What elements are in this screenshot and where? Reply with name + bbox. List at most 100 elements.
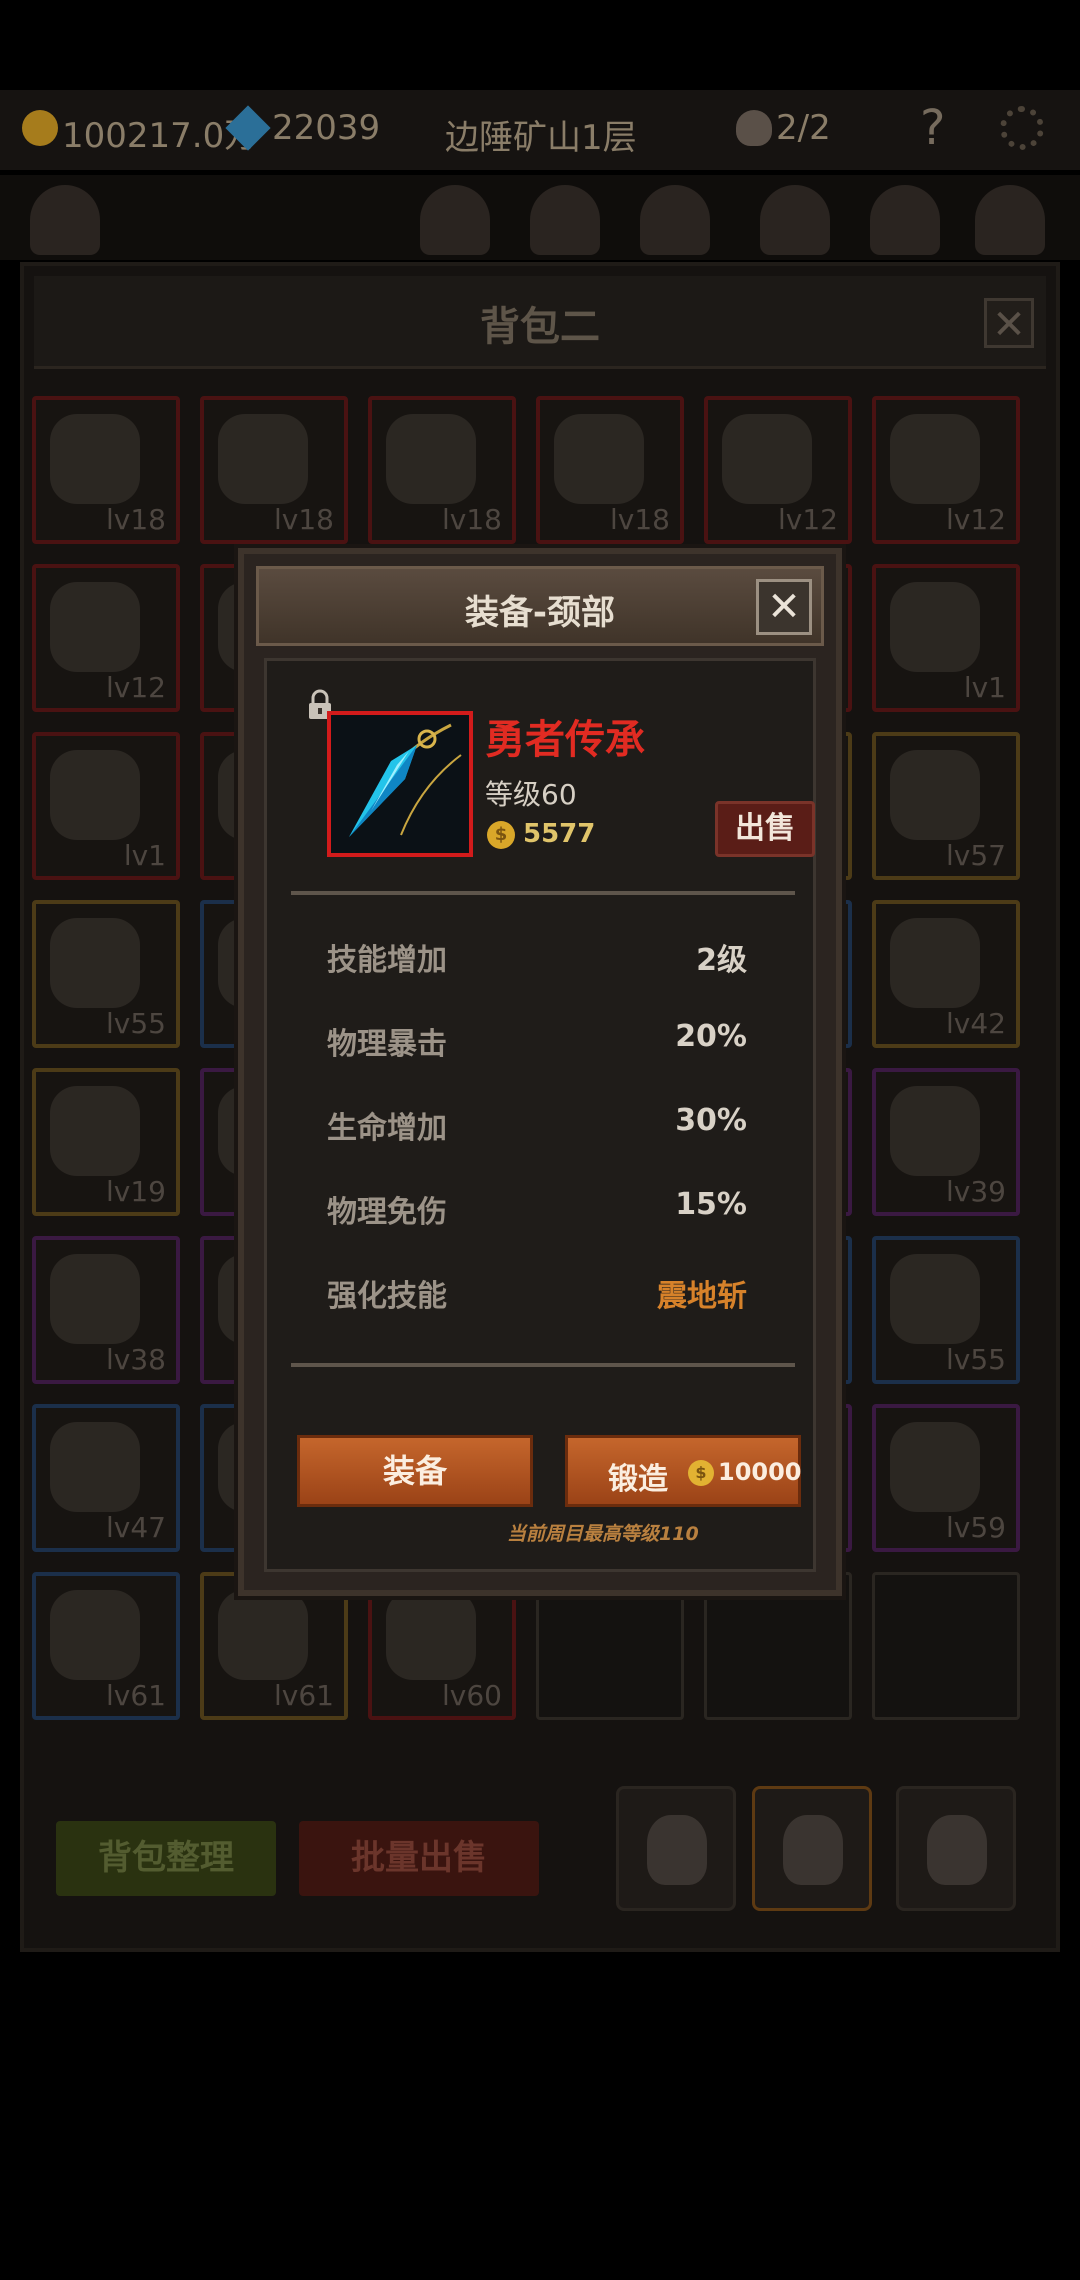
forge-cost: 10000 <box>718 1458 802 1486</box>
item-level-label: lv47 <box>106 1511 166 1544</box>
item-icon <box>218 1590 308 1680</box>
bag-item-slot[interactable]: lv42 <box>872 900 1020 1048</box>
gold-coin-icon <box>22 110 58 146</box>
bag-item-slot[interactable]: lv18 <box>32 396 180 544</box>
stat-row: 强化技能 震地斩 <box>327 1261 747 1321</box>
party-strip <box>0 175 1080 260</box>
item-level-label: lv61 <box>274 1679 334 1712</box>
item-icon <box>50 1086 140 1176</box>
stat-value: 2级 <box>696 943 747 978</box>
bag-item-slot[interactable]: lv1 <box>872 564 1020 712</box>
bag-item-slot[interactable]: lv55 <box>872 1236 1020 1384</box>
hero-portrait[interactable] <box>30 185 100 255</box>
item-level-label: lv60 <box>442 1679 502 1712</box>
item-level-label: lv59 <box>946 1511 1006 1544</box>
bag-page-tab-2[interactable] <box>752 1786 872 1911</box>
hero-portrait[interactable] <box>975 185 1045 255</box>
stat-label: 物理免伤 <box>327 1195 447 1230</box>
top-resource-bar: 100217.0万 22039 边陲矿山1层 2/2 ? <box>0 90 1080 170</box>
item-icon <box>50 1590 140 1680</box>
equipment-modal: 装备-颈部 ✕ 勇者传承 等级60 $ 5577 出售 技能增加 2级 物理暴击… <box>238 548 842 1596</box>
item-level-label: lv42 <box>946 1007 1006 1040</box>
item-icon <box>890 1086 980 1176</box>
bag-item-slot[interactable]: lv18 <box>536 396 684 544</box>
bag-item-slot[interactable]: lv55 <box>32 900 180 1048</box>
skull-icon <box>736 110 772 146</box>
hero-portrait[interactable] <box>640 185 710 255</box>
bag-page-tab-3[interactable] <box>896 1786 1016 1911</box>
item-icon <box>50 750 140 840</box>
item-icon <box>218 414 308 504</box>
stat-row: 物理免伤 15% <box>327 1177 747 1237</box>
gem-amount: 22039 <box>272 108 381 148</box>
item-level-label: lv1 <box>123 839 166 872</box>
modal-header: 装备-颈部 <box>256 566 824 646</box>
stat-label: 物理暴击 <box>327 1027 447 1062</box>
gold-amount: 100217.0万 <box>62 116 259 156</box>
item-level-label: lv61 <box>106 1679 166 1712</box>
stat-row: 技能增加 2级 <box>327 925 747 985</box>
stat-value: 15% <box>675 1187 747 1222</box>
hero-portrait[interactable] <box>530 185 600 255</box>
bag-item-slot[interactable]: lv12 <box>32 564 180 712</box>
bag-icon <box>927 1815 987 1885</box>
bag-item-slot[interactable]: lv19 <box>32 1068 180 1216</box>
modal-close-button[interactable]: ✕ <box>756 579 812 635</box>
forge-button[interactable]: 锻造 $ 10000 <box>565 1435 802 1507</box>
empty-bag-slot[interactable] <box>872 1572 1020 1720</box>
hero-portrait[interactable] <box>760 185 830 255</box>
bag-item-slot[interactable]: lv18 <box>200 396 348 544</box>
bag-item-slot[interactable]: lv38 <box>32 1236 180 1384</box>
item-icon <box>386 1590 476 1680</box>
item-level-label: lv12 <box>778 503 838 536</box>
bag-item-slot[interactable]: lv47 <box>32 1404 180 1552</box>
bag-item-slot[interactable]: lv39 <box>872 1068 1020 1216</box>
bag-title: 背包二 <box>480 304 600 350</box>
item-icon <box>554 414 644 504</box>
item-level-label: lv39 <box>946 1175 1006 1208</box>
help-button[interactable]: ? <box>920 100 945 156</box>
item-icon <box>386 414 476 504</box>
item-icon <box>50 918 140 1008</box>
bag-icon <box>647 1815 707 1885</box>
stat-row: 物理暴击 20% <box>327 1009 747 1069</box>
item-icon <box>50 1422 140 1512</box>
item-level: 等级60 <box>485 778 577 811</box>
stat-value: 30% <box>675 1103 747 1138</box>
item-icon <box>890 582 980 672</box>
item-icon <box>50 414 140 504</box>
item-icon <box>50 582 140 672</box>
item-level-label: lv18 <box>442 503 502 536</box>
settings-icon[interactable] <box>1000 106 1044 150</box>
sell-button[interactable]: 出售 <box>715 801 815 857</box>
hero-portrait[interactable] <box>870 185 940 255</box>
item-icon <box>50 1254 140 1344</box>
bag-item-slot[interactable]: lv61 <box>32 1572 180 1720</box>
bag-item-slot[interactable]: lv12 <box>872 396 1020 544</box>
bag-page-tab-1[interactable] <box>616 1786 736 1911</box>
bag-item-slot[interactable]: lv1 <box>32 732 180 880</box>
divider <box>291 891 795 895</box>
item-level-label: lv18 <box>610 503 670 536</box>
item-level-label: lv38 <box>106 1343 166 1376</box>
stat-label: 强化技能 <box>327 1279 447 1314</box>
item-icon <box>890 1254 980 1344</box>
item-icon-frame <box>327 711 473 857</box>
equip-button[interactable]: 装备 <box>297 1435 533 1507</box>
bag-item-slot[interactable]: lv12 <box>704 396 852 544</box>
item-level-label: lv12 <box>106 671 166 704</box>
sort-bag-button[interactable]: 背包整理 <box>56 1821 276 1896</box>
bag-item-slot[interactable]: lv18 <box>368 396 516 544</box>
bag-item-slot[interactable]: lv57 <box>872 732 1020 880</box>
item-icon <box>890 918 980 1008</box>
item-level-label: lv1 <box>963 671 1006 704</box>
hero-portrait[interactable] <box>420 185 490 255</box>
bag-close-button[interactable]: ✕ <box>984 298 1034 348</box>
item-icon <box>890 414 980 504</box>
bulk-sell-button[interactable]: 批量出售 <box>299 1821 539 1896</box>
stat-label: 技能增加 <box>327 943 447 978</box>
item-level-label: lv19 <box>106 1175 166 1208</box>
stat-row: 生命增加 30% <box>327 1093 747 1153</box>
bag-item-slot[interactable]: lv59 <box>872 1404 1020 1552</box>
enhanced-skill-value: 震地斩 <box>657 1279 747 1314</box>
